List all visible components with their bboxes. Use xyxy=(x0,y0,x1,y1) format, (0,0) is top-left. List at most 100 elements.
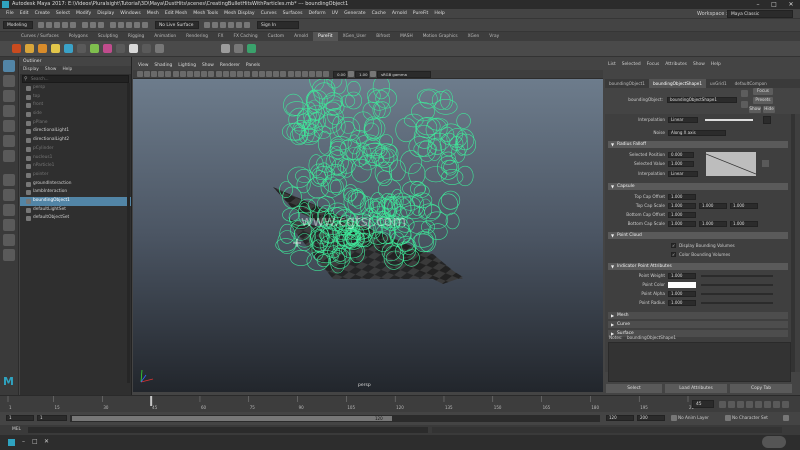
time-slider[interactable]: 1153045607590105120135150165180195210 45 xyxy=(0,395,800,412)
bullet-icon[interactable] xyxy=(142,44,151,53)
xray-joints-icon[interactable] xyxy=(301,71,308,77)
xray-icon[interactable] xyxy=(294,71,301,77)
hypershade-icon[interactable] xyxy=(228,22,234,28)
menu-item-edit[interactable]: Edit xyxy=(17,9,32,19)
playback-end-field[interactable]: 120 xyxy=(606,415,634,421)
particle-tool-icon[interactable] xyxy=(12,44,21,53)
falloff-ramp[interactable] xyxy=(706,152,756,176)
outliner-item[interactable]: nParticle1 xyxy=(20,162,131,171)
layout-four-icon[interactable] xyxy=(3,189,15,201)
gate-mask-icon[interactable] xyxy=(186,71,193,77)
backface-icon[interactable] xyxy=(309,71,316,77)
step-forward-frame-icon[interactable] xyxy=(764,401,771,408)
ae-menu-list[interactable]: List xyxy=(605,61,619,69)
menu-item-generate[interactable]: Generate xyxy=(341,9,368,19)
shelf-tab-vray[interactable]: Vray xyxy=(484,32,504,41)
ae-menu-selected[interactable]: Selected xyxy=(619,61,644,69)
select-tool-shelf-icon[interactable] xyxy=(221,44,230,53)
rotate-tool-icon[interactable] xyxy=(3,120,15,132)
play-backward-icon[interactable] xyxy=(746,401,753,408)
effect-icon[interactable] xyxy=(129,44,138,53)
bounding-object-icon[interactable] xyxy=(247,44,256,53)
point-color-slider[interactable] xyxy=(701,284,773,286)
menu-item-help[interactable]: Help xyxy=(431,9,447,19)
menu-item-mesh[interactable]: Mesh xyxy=(144,9,162,19)
new-scene-icon[interactable] xyxy=(38,22,44,28)
paint-select-icon[interactable] xyxy=(3,90,15,102)
render-settings-icon[interactable] xyxy=(220,22,226,28)
menu-item-uv[interactable]: UV xyxy=(329,9,342,19)
outliner-scrollbar[interactable] xyxy=(127,83,130,383)
play-forward-icon[interactable] xyxy=(755,401,762,408)
shelf-tab-purefit[interactable]: PureFit xyxy=(313,32,338,41)
scale-tool-icon[interactable] xyxy=(3,135,15,147)
shelf-tab-arnold[interactable]: Arnold xyxy=(289,32,313,41)
bottom-cap-scale-x[interactable]: 1.000 xyxy=(668,221,696,227)
live-surface-dropdown[interactable]: No Live Surface xyxy=(155,21,199,29)
top-cap-offset-field[interactable]: 1.000 xyxy=(668,194,696,200)
snap-curve-icon[interactable] xyxy=(118,22,124,28)
menu-item-edit-mesh[interactable]: Edit Mesh xyxy=(162,9,190,19)
layout-outliner-icon[interactable] xyxy=(3,234,15,246)
field-chart-icon[interactable] xyxy=(194,71,201,77)
selected-value-field[interactable]: 1.000 xyxy=(668,161,694,167)
ae-tab-boundingobjectshape1[interactable]: boundingObjectShape1 xyxy=(648,79,707,88)
show-button[interactable]: Show xyxy=(749,106,761,113)
snap-plane-icon[interactable] xyxy=(134,22,140,28)
safe-action-icon[interactable] xyxy=(201,71,208,77)
outliner-item[interactable]: side xyxy=(20,110,131,119)
close-icon[interactable]: ✕ xyxy=(783,0,799,9)
top-cap-scale-y[interactable]: 1.000 xyxy=(699,203,727,209)
ae-scrollbar[interactable] xyxy=(791,114,795,372)
interp-top-dropdown[interactable]: Linear xyxy=(668,117,698,123)
move-tool-shelf-icon[interactable] xyxy=(234,44,243,53)
select-hierarchy-icon[interactable] xyxy=(82,22,88,28)
save-scene-icon[interactable] xyxy=(54,22,60,28)
anim-layer-icon[interactable] xyxy=(671,415,677,421)
film-gate-icon[interactable] xyxy=(172,71,179,77)
bottom-cap-scale-z[interactable]: 1.000 xyxy=(730,221,758,227)
menu-item-mesh-display[interactable]: Mesh Display xyxy=(221,9,258,19)
shelf-tab-fx[interactable]: FX xyxy=(213,32,228,41)
end-frame-field[interactable]: 200 xyxy=(637,415,665,421)
minimize-icon[interactable]: – xyxy=(750,0,766,9)
hud-icon[interactable] xyxy=(316,71,323,77)
shelf-tab-curves-surfaces[interactable]: Curves / Surfaces xyxy=(16,32,64,41)
shelf-tab-fx-caching[interactable]: FX Caching xyxy=(228,32,262,41)
shelf-tab-sculpting[interactable]: Sculpting xyxy=(93,32,123,41)
render-view-icon[interactable] xyxy=(236,22,242,28)
shelf-tab-xgen-user[interactable]: XGen_User xyxy=(338,32,372,41)
ae-tab-boundingobject1[interactable]: boundingObject1 xyxy=(605,79,649,88)
presets-button[interactable]: Presets xyxy=(753,97,773,104)
outliner-item[interactable]: defaultObjectSet xyxy=(20,214,131,223)
ae-menu-attributes[interactable]: Attributes xyxy=(662,61,690,69)
snap-surface-icon[interactable] xyxy=(142,22,148,28)
viewport-menu-panels[interactable]: Panels xyxy=(243,62,263,70)
viewport-menu-show[interactable]: Show xyxy=(199,62,217,70)
window-restore-icon[interactable]: □ xyxy=(32,438,38,445)
outliner-menu-display[interactable]: Display xyxy=(20,66,42,74)
ae-menu-help[interactable]: Help xyxy=(708,61,724,69)
shadows-icon[interactable] xyxy=(251,71,258,77)
shelf-tab-rigging[interactable]: Rigging xyxy=(123,32,149,41)
select-object-icon[interactable] xyxy=(90,22,96,28)
mode-dropdown[interactable]: Modeling xyxy=(3,21,33,29)
outliner-item[interactable]: directionalLight1 xyxy=(20,127,131,136)
section-indicator[interactable]: ▼ Indicator Point Attributes xyxy=(608,263,788,270)
nconstraint-icon[interactable] xyxy=(90,44,99,53)
camera-attr-icon[interactable] xyxy=(143,71,150,77)
ipr-render-icon[interactable] xyxy=(212,22,218,28)
nhair-icon[interactable] xyxy=(77,44,86,53)
outliner-item[interactable]: top xyxy=(20,93,131,102)
move-tool-icon[interactable] xyxy=(3,105,15,117)
menu-item-select[interactable]: Select xyxy=(53,9,73,19)
maximize-icon[interactable]: □ xyxy=(766,0,782,9)
select-component-icon[interactable] xyxy=(98,22,104,28)
ramp-expand-icon[interactable] xyxy=(762,160,769,167)
workspace-dropdown[interactable]: Maya Classic xyxy=(727,10,793,18)
start-frame-field[interactable]: 1 xyxy=(6,415,34,421)
section-capsule[interactable]: ▼ Capsule xyxy=(608,183,788,190)
focus-button[interactable]: Focus xyxy=(753,88,773,95)
character-set-label[interactable]: No Character Set xyxy=(732,415,768,421)
fluid-icon[interactable] xyxy=(51,44,60,53)
